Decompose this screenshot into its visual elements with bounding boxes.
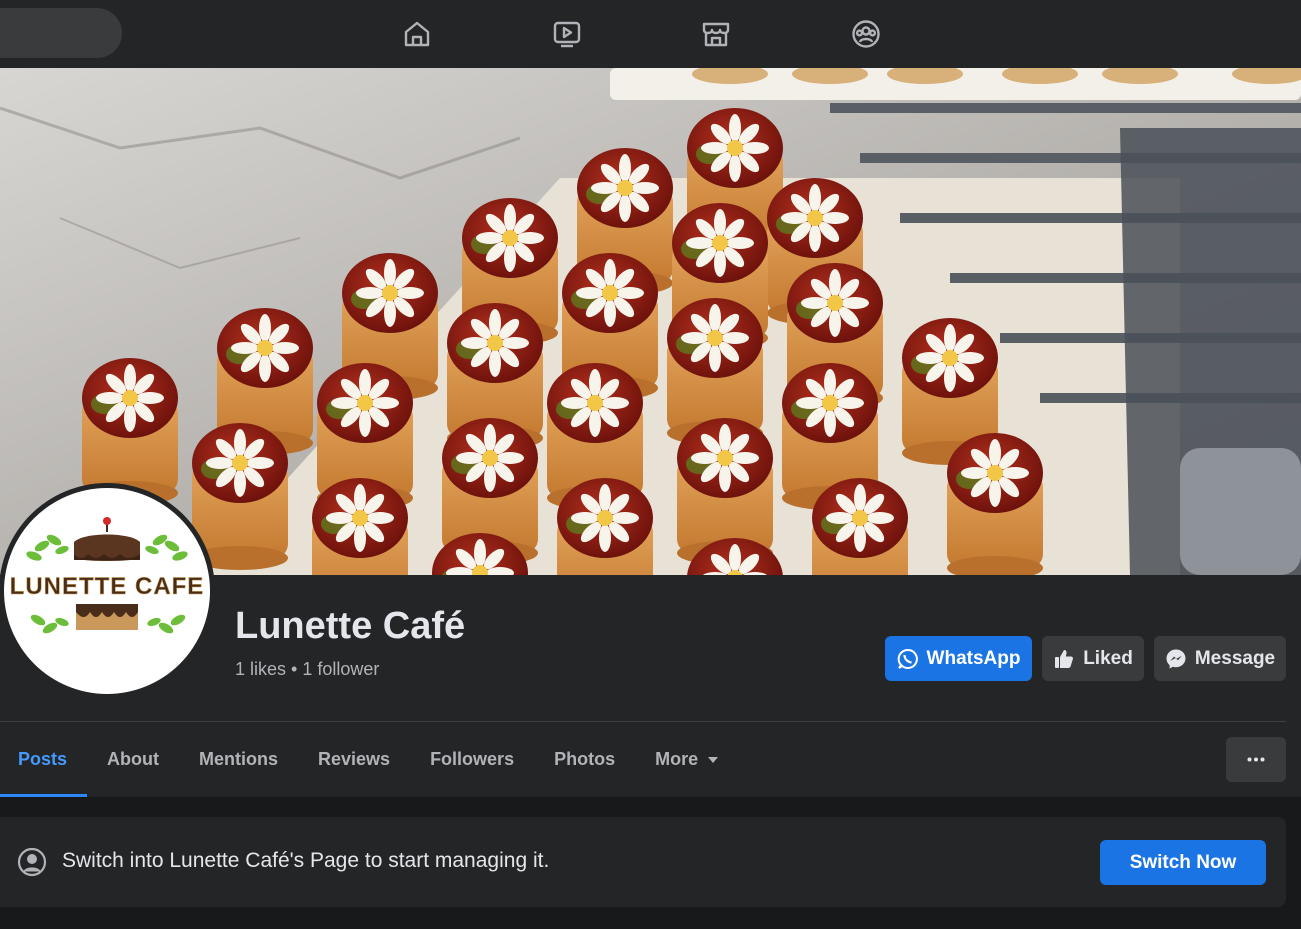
tab-reviews-label: Reviews xyxy=(318,749,391,769)
tab-posts-label: Posts xyxy=(18,749,68,769)
whatsapp-icon xyxy=(897,648,919,670)
top-nav-bar xyxy=(0,0,1301,68)
caret-down-icon xyxy=(707,756,719,764)
thumbs-up-icon xyxy=(1053,648,1075,670)
tab-about[interactable]: About xyxy=(87,722,179,797)
tab-mentions[interactable]: Mentions xyxy=(179,722,298,797)
tab-followers-label: Followers xyxy=(430,749,515,769)
whatsapp-label: WhatsApp xyxy=(926,647,1021,669)
marketplace-icon[interactable] xyxy=(698,16,734,52)
ellipsis-icon xyxy=(1247,757,1265,762)
home-icon[interactable] xyxy=(399,16,435,52)
whatsapp-button[interactable]: WhatsApp xyxy=(885,636,1032,681)
logo-text: LUNETTE CAFE xyxy=(10,573,205,600)
tab-more-label: More xyxy=(655,749,699,769)
tab-photos[interactable]: Photos xyxy=(534,722,635,797)
cover-photo[interactable] xyxy=(0,68,1301,575)
message-label: Message xyxy=(1194,647,1276,669)
switch-profile-text: Switch into Lunette Café's Page to start… xyxy=(62,849,550,872)
switch-profile-icon xyxy=(16,846,48,878)
tab-mentions-label: Mentions xyxy=(199,749,279,769)
page-tabs: Posts About Mentions Reviews Followers P… xyxy=(0,722,739,797)
page-title: Lunette Café xyxy=(235,605,466,647)
tab-about-label: About xyxy=(107,749,160,769)
tab-followers[interactable]: Followers xyxy=(410,722,534,797)
tab-more[interactable]: More xyxy=(635,722,739,797)
switch-now-button[interactable]: Switch Now xyxy=(1100,840,1266,885)
liked-button[interactable]: Liked xyxy=(1042,636,1144,681)
tab-posts[interactable]: Posts xyxy=(0,722,88,797)
page-stats[interactable]: 1 likes • 1 follower xyxy=(235,659,379,680)
tab-photos-label: Photos xyxy=(554,749,616,769)
search-bar[interactable] xyxy=(0,8,122,58)
tab-reviews[interactable]: Reviews xyxy=(298,722,410,797)
more-options-button[interactable] xyxy=(1226,737,1286,782)
avatar[interactable]: LUNETTE CAFE xyxy=(4,488,210,694)
video-icon[interactable] xyxy=(549,16,585,52)
liked-label: Liked xyxy=(1083,647,1133,669)
groups-icon[interactable] xyxy=(848,16,884,52)
messenger-icon xyxy=(1165,648,1187,670)
message-button[interactable]: Message xyxy=(1154,636,1286,681)
